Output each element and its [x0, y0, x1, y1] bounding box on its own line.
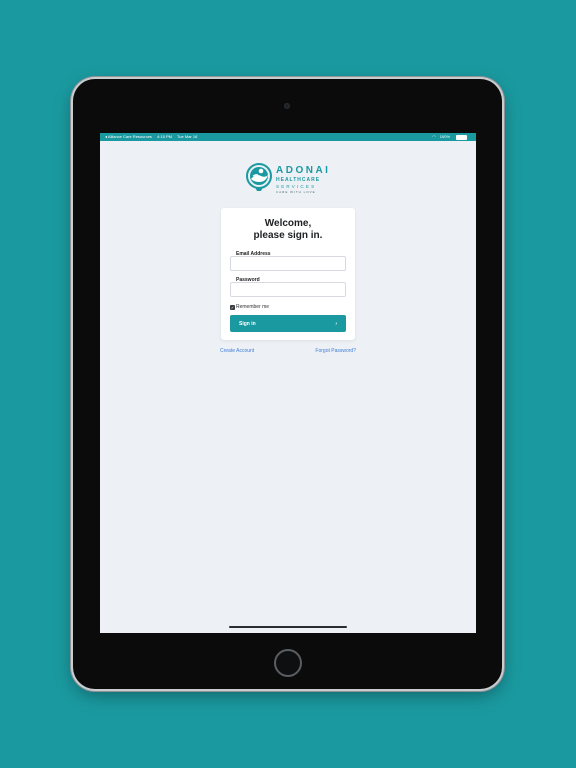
login-title-line1: Welcome, — [264, 218, 312, 229]
remember-me-row[interactable]: ✓ Remember me — [230, 304, 269, 310]
forgot-password-link[interactable]: Forgot Password? — [315, 348, 356, 354]
app-screen: ◂ Alliance Care Resources 4:15 PM Tue Ma… — [100, 133, 476, 633]
password-field[interactable] — [230, 282, 346, 297]
chevron-right-icon: › — [335, 320, 337, 327]
status-time: 4:15 PM — [157, 134, 172, 139]
battery-icon — [456, 134, 467, 140]
remember-me-checkbox[interactable]: ✓ — [230, 304, 235, 310]
status-left: ◂ Alliance Care Resources 4:15 PM Tue Ma… — [105, 133, 201, 141]
login-title-line2: please sign in. — [253, 230, 323, 241]
status-bar: ◂ Alliance Care Resources 4:15 PM Tue Ma… — [100, 133, 476, 141]
status-right: ◠ 100% — [432, 133, 471, 141]
home-button[interactable] — [274, 649, 302, 677]
ipad-device: ◂ Alliance Care Resources 4:15 PM Tue Ma… — [73, 79, 502, 689]
logo-mark-icon — [246, 163, 272, 191]
front-camera — [284, 103, 290, 109]
sign-in-button[interactable]: Sign in › — [230, 315, 346, 332]
battery-percent: 100% — [439, 134, 450, 139]
status-date: Tue Mar 16 — [177, 134, 198, 139]
create-account-link[interactable]: Create Account — [220, 348, 254, 354]
logo-wordmark: ADONAI — [276, 165, 331, 176]
login-title: Welcome, please sign in. — [221, 218, 355, 242]
logo-line-healthcare: HEALTHCARE — [276, 177, 321, 183]
logo-line-services: SERVICES — [276, 184, 317, 189]
email-field[interactable] — [230, 256, 346, 271]
remember-me-label: Remember me — [236, 304, 270, 310]
sign-in-label: Sign in — [239, 320, 256, 327]
back-to-app-link[interactable]: ◂ Alliance Care Resources — [105, 134, 152, 139]
wifi-icon: ◠ — [432, 134, 436, 139]
home-indicator — [229, 626, 347, 628]
logo-tagline: CARE WITH LOVE — [276, 190, 316, 194]
brand-logo: ADONAI HEALTHCARE SERVICES CARE WITH LOV… — [246, 163, 336, 197]
